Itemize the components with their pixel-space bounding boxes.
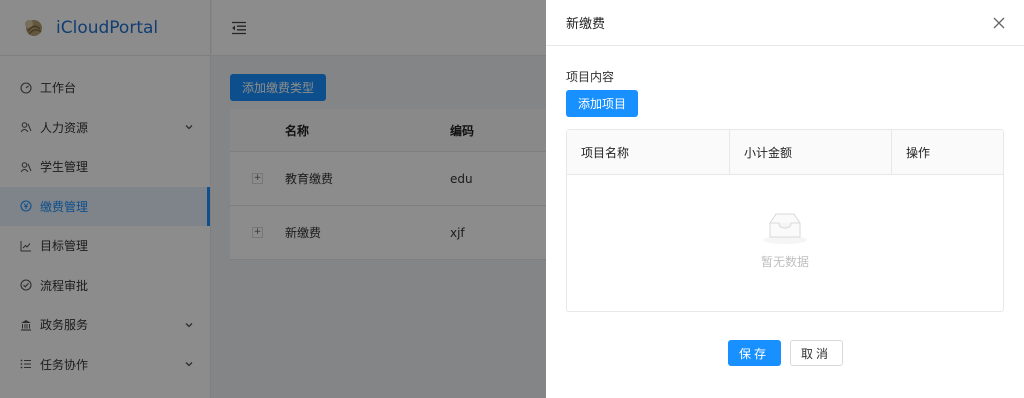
drawer-title: 新缴费 xyxy=(566,17,606,32)
column-header-actions: 操作 xyxy=(906,145,931,160)
items-table: 项目名称 小计金额 操作 暂无数据 xyxy=(566,129,1004,312)
drawer: 新缴费 项目内容 添加项目 项目名称 小计金额 操作 暂无数据 保存 取消 xyxy=(546,0,1024,398)
add-item-button[interactable]: 添加项目 xyxy=(566,90,638,117)
column-header-subtotal: 小计金额 xyxy=(730,130,892,174)
column-header-item-name: 项目名称 xyxy=(567,130,730,174)
drawer-header: 新缴费 xyxy=(546,0,1024,46)
drawer-footer: 保存 取消 xyxy=(566,340,1004,366)
cancel-button[interactable]: 取消 xyxy=(789,340,843,366)
empty-text: 暂无数据 xyxy=(760,254,809,269)
close-icon[interactable] xyxy=(992,16,1006,30)
empty-state: 暂无数据 xyxy=(567,175,1003,311)
save-button[interactable]: 保存 xyxy=(727,340,781,366)
table-header: 项目名称 小计金额 操作 xyxy=(567,130,1003,175)
drawer-body: 项目内容 添加项目 项目名称 小计金额 操作 暂无数据 保存 取消 xyxy=(566,46,1004,398)
section-label: 项目内容 xyxy=(566,70,615,84)
empty-inbox-icon xyxy=(763,213,807,244)
